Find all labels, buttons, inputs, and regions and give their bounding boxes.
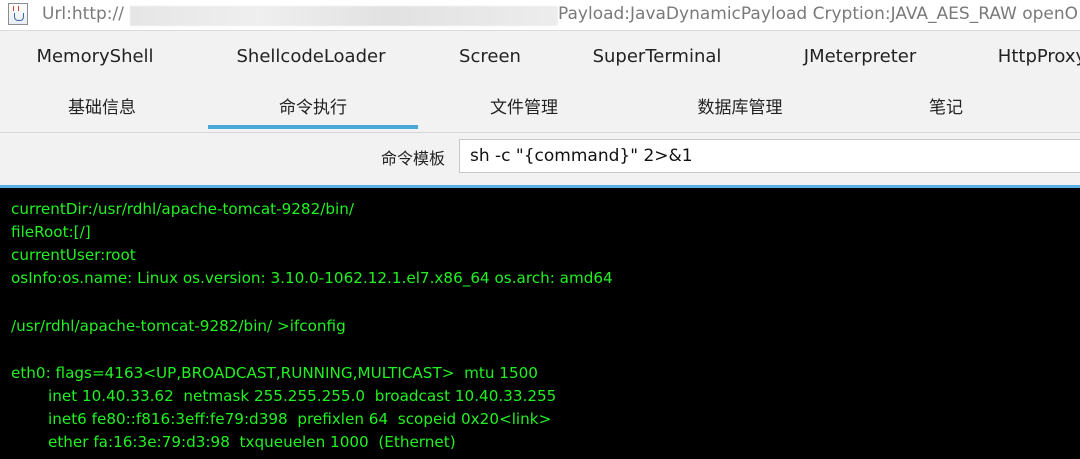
redacted-url-block: [130, 6, 558, 26]
window-title-url: Url:http://: [42, 4, 124, 24]
active-tab-indicator: [208, 125, 418, 129]
tab-file-manager[interactable]: 文件管理: [490, 93, 558, 118]
tab-basic-info[interactable]: 基础信息: [68, 93, 136, 118]
command-template-input[interactable]: [459, 139, 1080, 173]
window-title-payload: Payload:JavaDynamicPayload Cryption:JAVA…: [558, 4, 1079, 24]
tool-shellcodeloader[interactable]: ShellcodeLoader: [237, 46, 386, 67]
terminal-output[interactable]: currentDir:/usr/rdhl/apache-tomcat-9282/…: [0, 185, 1080, 459]
terminal-line: /usr/rdhl/apache-tomcat-9282/bin/ >ifcon…: [11, 317, 346, 335]
command-template-row: 命令模板: [0, 133, 1080, 184]
tool-memoryshell[interactable]: MemoryShell: [36, 46, 153, 67]
function-tabs: 基础信息 命令执行 文件管理 数据库管理 笔记: [0, 82, 1080, 133]
terminal-line: currentDir:/usr/rdhl/apache-tomcat-9282/…: [11, 200, 354, 218]
terminal-line: currentUser:root: [11, 246, 136, 264]
tab-command-exec[interactable]: 命令执行: [279, 93, 347, 118]
java-app-icon: [8, 3, 28, 25]
terminal-line: eth0: flags=4163<UP,BROADCAST,RUNNING,MU…: [11, 364, 538, 382]
terminal-line: ether fa:16:3e:79:d3:98 txqueuelen 1000 …: [48, 433, 456, 451]
tool-superterminal[interactable]: SuperTerminal: [593, 46, 722, 67]
terminal-line: inet6 fe80::f816:3eff:fe79:d398 prefixle…: [48, 410, 552, 428]
tab-notes[interactable]: 笔记: [929, 93, 963, 118]
terminal-line: osInfo:os.name: Linux os.version: 3.10.0…: [11, 269, 613, 287]
title-bar: Url:http:// Payload:JavaDynamicPayload C…: [0, 0, 1080, 31]
tool-screen[interactable]: Screen: [459, 46, 521, 67]
terminal-line: inet 10.40.33.62 netmask 255.255.255.0 b…: [48, 387, 557, 405]
tool-httpproxy[interactable]: HttpProxy: [998, 46, 1080, 67]
tab-database-manager[interactable]: 数据库管理: [698, 93, 783, 118]
terminal-line: fileRoot:[/]: [11, 223, 91, 241]
tool-jmeterpreter[interactable]: JMeterpreter: [804, 46, 916, 67]
command-template-label: 命令模板: [381, 149, 446, 168]
plugin-toolbar: MemoryShell ShellcodeLoader Screen Super…: [0, 36, 1080, 80]
